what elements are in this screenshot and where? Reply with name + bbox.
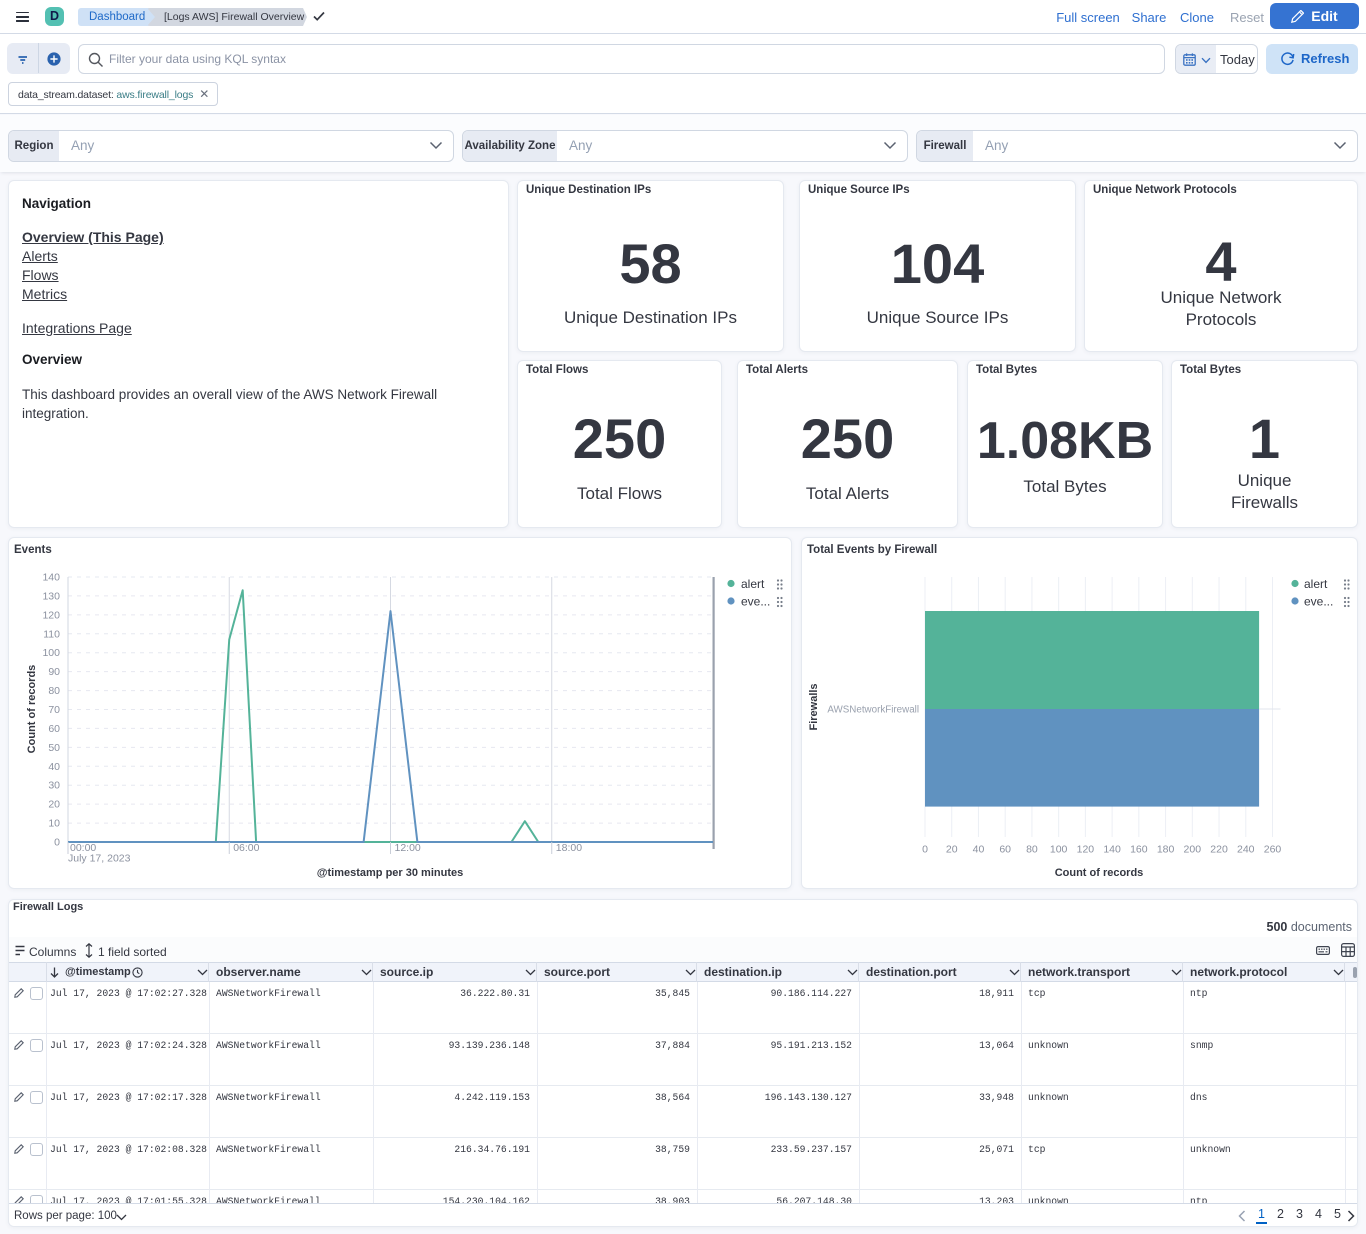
svg-text:260: 260 — [1264, 844, 1282, 856]
svg-text:30: 30 — [48, 780, 60, 792]
svg-text:50: 50 — [48, 742, 60, 754]
svg-text:20: 20 — [48, 799, 60, 811]
svg-text:0: 0 — [54, 837, 60, 849]
svg-text:110: 110 — [43, 628, 60, 640]
svg-text:180: 180 — [1157, 844, 1175, 856]
svg-text:18:00: 18:00 — [556, 842, 582, 854]
svg-text:alert: alert — [741, 577, 765, 591]
svg-text:40: 40 — [48, 761, 60, 773]
svg-text:06:00: 06:00 — [233, 842, 259, 854]
svg-text:40: 40 — [973, 844, 985, 856]
svg-text:140: 140 — [42, 572, 60, 584]
svg-text:220: 220 — [1210, 844, 1228, 856]
svg-text:120: 120 — [1077, 844, 1095, 856]
svg-text:Count of records: Count of records — [26, 665, 38, 754]
svg-text:AWSNetworkFirewall: AWSNetworkFirewall — [827, 705, 919, 716]
svg-text:July 17, 2023: July 17, 2023 — [68, 853, 131, 865]
svg-text:alert: alert — [1304, 577, 1328, 591]
svg-text:Count of records: Count of records — [1055, 867, 1144, 879]
svg-text:240: 240 — [1237, 844, 1255, 856]
svg-text:12:00: 12:00 — [395, 842, 421, 854]
svg-text:140: 140 — [1103, 844, 1121, 856]
svg-text:Firewalls: Firewalls — [808, 683, 820, 730]
svg-text:120: 120 — [42, 609, 60, 621]
svg-text:100: 100 — [42, 647, 60, 659]
svg-text:80: 80 — [48, 685, 60, 697]
svg-text:160: 160 — [1130, 844, 1148, 856]
svg-text:200: 200 — [1184, 844, 1202, 856]
svg-text:@timestamp per 30 minutes: @timestamp per 30 minutes — [317, 867, 463, 879]
svg-text:80: 80 — [1026, 844, 1038, 856]
svg-text:100: 100 — [1050, 844, 1068, 856]
svg-text:0: 0 — [922, 844, 928, 856]
svg-text:60: 60 — [48, 723, 60, 735]
svg-text:70: 70 — [48, 704, 60, 716]
svg-text:10: 10 — [48, 818, 60, 830]
svg-text:60: 60 — [999, 844, 1011, 856]
svg-text:130: 130 — [42, 590, 60, 602]
svg-text:20: 20 — [946, 844, 958, 856]
svg-text:eve...: eve... — [1304, 595, 1333, 609]
svg-text:90: 90 — [48, 666, 60, 678]
svg-text:eve...: eve... — [741, 595, 770, 609]
